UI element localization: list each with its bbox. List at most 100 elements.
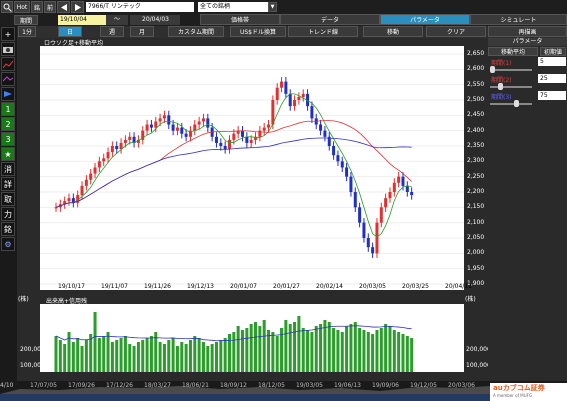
chart-bar-icon[interactable] bbox=[1, 72, 15, 86]
date-from-field[interactable]: 19/10/04 bbox=[58, 15, 106, 25]
price-tick: 2,400 bbox=[467, 126, 485, 134]
candle-body bbox=[115, 146, 119, 150]
param-slider-thumb-3[interactable] bbox=[514, 100, 519, 107]
delete-icon[interactable]: 消 bbox=[1, 162, 15, 176]
candle-body bbox=[410, 192, 414, 196]
candle-body bbox=[262, 127, 266, 131]
candle-body bbox=[201, 118, 205, 122]
move-button[interactable]: 移動 bbox=[363, 26, 423, 37]
previous-button[interactable]: 前 bbox=[44, 1, 56, 13]
volume-bar bbox=[197, 338, 201, 372]
price-tick: 2,450 bbox=[467, 111, 485, 119]
volume-bar bbox=[245, 328, 249, 372]
interval-day-button[interactable]: 日 bbox=[58, 26, 82, 37]
add-icon[interactable]: + bbox=[1, 27, 15, 41]
left-toolbar: + 1 2 3 ★ 消 詳 取 力 銘 ⚙ bbox=[0, 26, 17, 381]
hot-button[interactable]: Hot bbox=[14, 1, 30, 13]
volume-bar bbox=[392, 330, 396, 372]
tab-data[interactable]: データ bbox=[280, 14, 380, 25]
slot-3-icon[interactable]: 3 bbox=[1, 132, 15, 146]
custom-period-button[interactable]: カスタム期間 bbox=[168, 26, 224, 37]
candle-body bbox=[353, 192, 357, 208]
candle-body bbox=[401, 176, 405, 186]
camera-icon[interactable] bbox=[1, 42, 15, 56]
param-slider-2[interactable] bbox=[490, 86, 532, 88]
volume-bar bbox=[254, 322, 258, 372]
volume-bar bbox=[145, 338, 149, 372]
candle-body bbox=[280, 81, 284, 88]
volume-bar bbox=[397, 332, 401, 372]
usd-convert-button[interactable]: US$ドル換算 bbox=[230, 26, 286, 37]
volume-bar bbox=[236, 326, 240, 372]
volume-bar bbox=[258, 326, 262, 372]
param-input-1[interactable]: 5 bbox=[538, 57, 566, 66]
forward-arrow-icon[interactable] bbox=[71, 1, 84, 13]
candlestick-chart[interactable] bbox=[40, 46, 464, 290]
date-tick: 20/01/07 bbox=[230, 283, 257, 290]
favorite-button[interactable]: 銘 bbox=[31, 1, 43, 13]
candle-body bbox=[358, 207, 362, 223]
param-label-3: 期間(3) bbox=[491, 94, 512, 101]
slot-2-icon[interactable]: 2 bbox=[1, 117, 15, 131]
star-icon[interactable]: ★ bbox=[1, 147, 15, 161]
volume-bar bbox=[379, 328, 383, 372]
clear-button[interactable]: クリア bbox=[426, 26, 486, 37]
volume-bar bbox=[102, 336, 106, 372]
volume-bar bbox=[76, 338, 80, 372]
navigator-dates: 17/07/05 17/09/26 17/12/26 18/03/27 18/06/21… bbox=[0, 382, 490, 390]
redraw-button[interactable]: 再描画 bbox=[488, 26, 567, 37]
param-slider-1[interactable] bbox=[490, 69, 532, 71]
navigator-selection[interactable] bbox=[0, 394, 490, 401]
candle-body bbox=[349, 176, 353, 192]
date-tick: 20/04/11 bbox=[445, 283, 472, 290]
candle-body bbox=[97, 161, 101, 168]
input-icon[interactable]: 力 bbox=[1, 207, 15, 221]
volume-bar bbox=[223, 338, 227, 372]
volume-chart[interactable] bbox=[40, 304, 464, 372]
interval-week-button[interactable]: 週 bbox=[100, 26, 124, 37]
interval-month-button[interactable]: 月 bbox=[130, 26, 154, 37]
navigator-date: 17/12/26 bbox=[106, 382, 133, 389]
chevron-down-icon[interactable]: ▼ bbox=[268, 2, 277, 12]
chart-flag-icon[interactable] bbox=[1, 87, 15, 101]
brand-icon[interactable]: 銘 bbox=[1, 222, 15, 236]
param-tab-default[interactable]: 初期値 bbox=[540, 47, 566, 56]
candle-body bbox=[128, 136, 132, 140]
volume-bar bbox=[210, 344, 214, 372]
search-icon[interactable] bbox=[1, 1, 13, 13]
candle-body bbox=[84, 179, 88, 186]
volume-bar bbox=[206, 346, 210, 372]
param-input-2[interactable]: 25 bbox=[538, 74, 566, 83]
param-slider-thumb-1[interactable] bbox=[490, 66, 495, 73]
volume-bar bbox=[262, 320, 266, 372]
param-input-3[interactable]: 75 bbox=[538, 91, 566, 100]
back-arrow-icon[interactable] bbox=[57, 1, 70, 13]
volume-bar bbox=[84, 340, 88, 372]
tab-parameters[interactable]: パラメータ bbox=[380, 14, 470, 25]
gear-icon[interactable]: ⚙ bbox=[1, 237, 15, 251]
tab-simulate[interactable]: シミュレート bbox=[470, 14, 567, 25]
volume-bar bbox=[167, 340, 171, 372]
slot-1-icon[interactable]: 1 bbox=[1, 102, 15, 116]
stock-filter-select[interactable]: 全ての銘柄 bbox=[198, 2, 268, 12]
trade-icon[interactable]: 取 bbox=[1, 192, 15, 206]
tab-price-range[interactable]: 価格帯 bbox=[200, 14, 280, 25]
date-to-field[interactable]: 20/04/03 bbox=[130, 15, 180, 25]
volume-bar bbox=[410, 338, 414, 372]
param-slider-thumb-2[interactable] bbox=[498, 83, 503, 90]
period-bar: 期間 19/10/04 ～ 20/04/03 価格帯 データ パラメータ シミュ… bbox=[0, 14, 567, 26]
volume-bar bbox=[184, 344, 188, 372]
trendline-button[interactable]: トレンド線 bbox=[288, 26, 358, 37]
param-tab-ma[interactable]: 移動平均 bbox=[488, 47, 538, 56]
symbol-input[interactable]: 7966/T リンテック bbox=[86, 2, 194, 12]
chart-line-icon[interactable] bbox=[1, 57, 15, 71]
volume-bar bbox=[188, 340, 192, 372]
candle-body bbox=[293, 100, 297, 107]
param-slider-3[interactable] bbox=[490, 103, 532, 105]
interval-1min-button[interactable]: 1分 bbox=[18, 26, 36, 37]
price-tick: 2,600 bbox=[467, 65, 485, 73]
candle-body bbox=[232, 133, 236, 140]
navigator-date: 20/03/06 bbox=[448, 382, 475, 389]
volume-bar bbox=[284, 320, 288, 372]
detail-icon[interactable]: 詳 bbox=[1, 177, 15, 191]
